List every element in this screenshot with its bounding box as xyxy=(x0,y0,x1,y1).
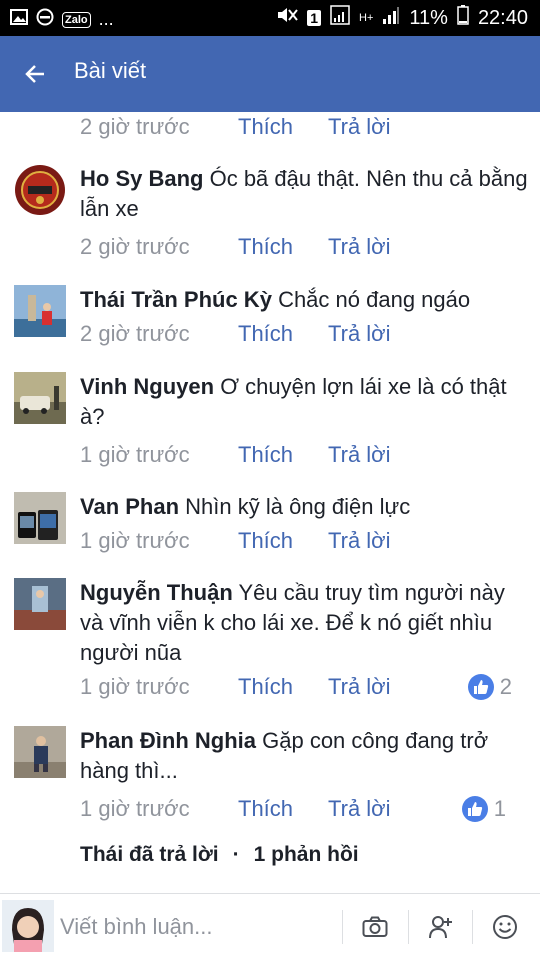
comment-time: 1 giờ trước xyxy=(80,674,190,699)
comment-actions: 2 giờ trước Thích Trả lời xyxy=(80,234,530,266)
reply-link[interactable]: Trả lời xyxy=(328,796,391,822)
comment-body: Nguyễn Thuận Yêu cầu truy tìm người này … xyxy=(80,578,530,668)
reply-link[interactable]: Trả lời xyxy=(328,234,391,260)
like-link[interactable]: Thích xyxy=(238,234,293,260)
divider xyxy=(472,910,473,944)
comment-text: Nhìn kỹ là ông điện lực xyxy=(185,494,411,519)
like-thumb-icon xyxy=(461,796,488,822)
divider xyxy=(342,910,343,944)
comment-time: 2 giờ trước xyxy=(80,321,190,346)
comment-author[interactable]: Phan Đình Nghia xyxy=(80,728,256,753)
comment-actions: 1 giờ trước Thích Trả lời xyxy=(80,528,530,560)
like-thumb-icon xyxy=(467,674,494,700)
divider xyxy=(408,910,409,944)
status-bar: Zalo ... 1 H+ 11% 22:40 xyxy=(0,0,540,36)
gallery-icon xyxy=(10,9,28,30)
comment-actions: 2 giờ trước Thích Trả lời xyxy=(80,321,530,353)
reaction-count: 1 xyxy=(493,796,506,821)
comment-time: 2 giờ trước xyxy=(80,234,190,259)
comment-author[interactable]: Ho Sy Bang xyxy=(80,166,203,191)
reaction-count: 2 xyxy=(499,674,512,699)
comment-author[interactable]: Thái Trần Phúc Kỳ xyxy=(80,287,272,312)
comment-time: 2 giờ trước xyxy=(80,114,190,139)
separator: · xyxy=(232,843,240,866)
like-link[interactable]: Thích xyxy=(238,442,293,468)
like-link[interactable]: Thích xyxy=(238,796,293,822)
comment-body: Ho Sy Bang Óc bã đậu thật. Nên thu cả bằ… xyxy=(80,164,530,224)
zalo-icon: Zalo xyxy=(62,11,91,28)
back-arrow-icon[interactable] xyxy=(24,56,46,94)
comment-input[interactable]: Viết bình luận... xyxy=(60,914,213,940)
comment-body: Phan Đình Nghia Gặp con công đang trở hà… xyxy=(80,726,530,786)
comment-actions: 2 giờ trước Thích Trả lời xyxy=(80,114,530,146)
app-bar: Bài viết xyxy=(0,36,540,112)
battery-icon xyxy=(457,5,469,31)
avatar[interactable] xyxy=(14,492,66,544)
reply-link[interactable]: Trả lời xyxy=(328,528,391,554)
avatar[interactable] xyxy=(14,164,66,216)
comment-author[interactable]: Nguyễn Thuận xyxy=(80,580,233,605)
comment-time: 1 giờ trước xyxy=(80,796,190,821)
comment-composer: Viết bình luận... xyxy=(0,893,540,961)
comment-time: 1 giờ trước xyxy=(80,442,190,467)
emoji-icon[interactable] xyxy=(490,912,520,942)
reply-link[interactable]: Trả lời xyxy=(328,442,391,468)
comment-actions: 1 giờ trước Thích Trả lời 2 xyxy=(80,674,530,706)
sim-badge: 1 xyxy=(307,10,322,26)
like-link[interactable]: Thích xyxy=(238,674,293,700)
signal-sim1-icon xyxy=(330,5,350,31)
reply-link[interactable]: Trả lời xyxy=(328,114,391,140)
avatar[interactable] xyxy=(14,578,66,630)
current-user-avatar xyxy=(2,900,54,952)
comment-author[interactable]: Van Phan xyxy=(80,494,179,519)
like-link[interactable]: Thích xyxy=(238,528,293,554)
comment-author[interactable]: Vinh Nguyen xyxy=(80,374,214,399)
reaction-summary[interactable]: 1 xyxy=(461,796,506,822)
avatar[interactable] xyxy=(14,726,66,778)
add-friend-icon[interactable] xyxy=(426,912,456,942)
network-type: H+ xyxy=(359,11,374,24)
comment-list[interactable]: 2 giờ trước Thích Trả lời Ho Sy Bang Óc … xyxy=(0,112,540,892)
page-title: Bài viết xyxy=(74,58,147,83)
reply-link[interactable]: Trả lời xyxy=(328,321,391,347)
reply-link[interactable]: Trả lời xyxy=(328,674,391,700)
more-notifications: ... xyxy=(98,9,114,29)
comment-actions: 1 giờ trước Thích Trả lời 1 xyxy=(80,796,530,828)
comment-body: Thái Trần Phúc Kỳ Chắc nó đang ngáo xyxy=(80,285,530,315)
like-link[interactable]: Thích xyxy=(238,321,293,347)
comment-actions: 1 giờ trước Thích Trả lời xyxy=(80,442,530,474)
avatar[interactable] xyxy=(14,285,66,337)
comment-body: Van Phan Nhìn kỹ là ông điện lực xyxy=(80,492,530,522)
comment-text: Chắc nó đang ngáo xyxy=(278,287,471,312)
replied-by: Thái đã trả lời xyxy=(80,843,219,866)
reaction-summary[interactable]: 2 xyxy=(467,674,512,700)
view-replies-link[interactable]: Thái đã trả lời · 1 phản hồi xyxy=(80,843,359,867)
clock: 22:40 xyxy=(477,6,528,29)
camera-icon[interactable] xyxy=(360,912,390,942)
like-link[interactable]: Thích xyxy=(238,114,293,140)
battery-percent: 11% xyxy=(409,6,448,29)
mute-icon xyxy=(276,5,298,31)
signal-icon xyxy=(382,5,400,31)
do-not-disturb-icon xyxy=(36,8,54,31)
avatar[interactable] xyxy=(14,372,66,424)
comment-body: Vinh Nguyen Ơ chuyện lợn lái xe là có th… xyxy=(80,372,530,432)
reply-count: 1 phản hồi xyxy=(253,843,359,866)
comment-time: 1 giờ trước xyxy=(80,528,190,553)
